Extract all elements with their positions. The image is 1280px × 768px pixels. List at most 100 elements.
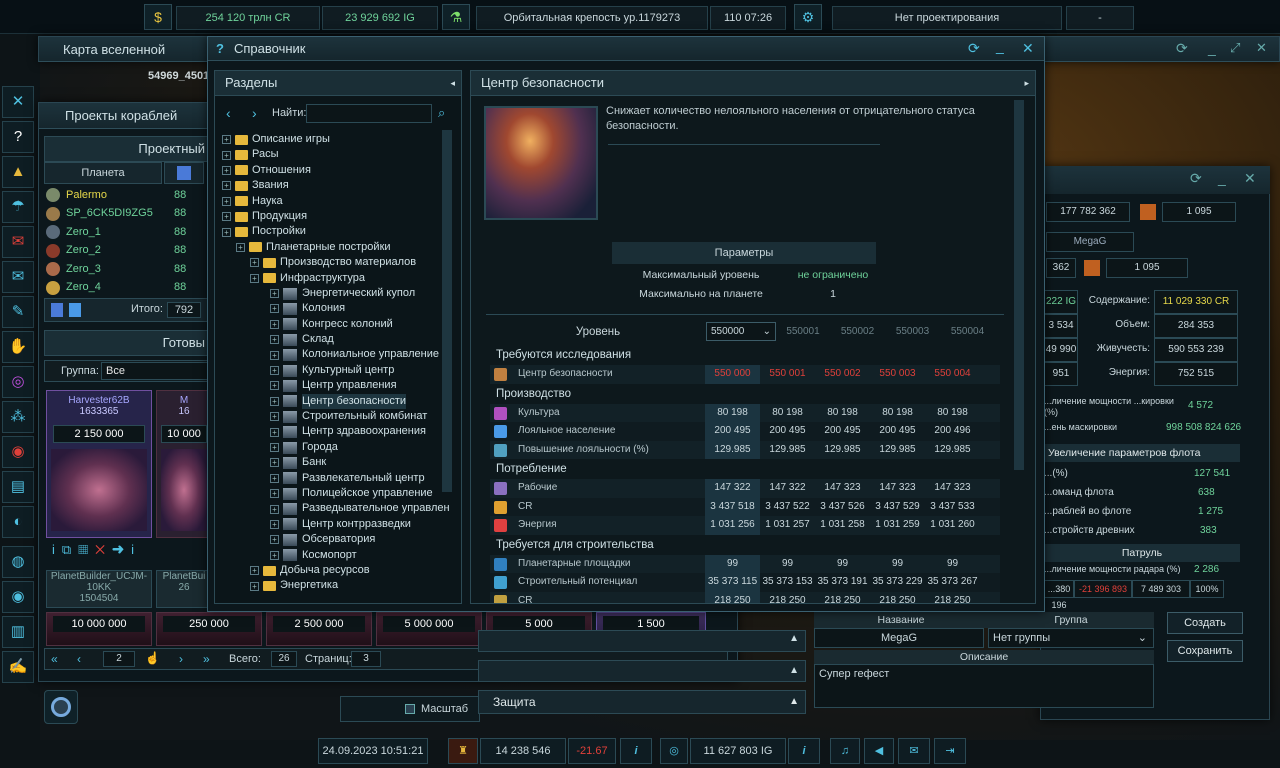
settings-gear-icon[interactable]	[44, 690, 78, 724]
tree-item[interactable]: + Развлекательный центр	[220, 471, 442, 486]
ship-card[interactable]: 2 500 000	[266, 612, 372, 646]
map-close-icon[interactable]: ✕	[1256, 40, 1267, 56]
mail-red-icon[interactable]: ✉	[2, 226, 34, 258]
save-button[interactable]: Сохранить	[1167, 640, 1243, 662]
designer-minimize-icon[interactable]: _	[1218, 170, 1226, 186]
ship-card[interactable]: 250 000	[156, 612, 262, 646]
planet-row[interactable]: Zero_2 88	[44, 242, 206, 261]
send-icon[interactable]: ➜	[112, 542, 131, 557]
expand-icon[interactable]: +	[270, 519, 279, 529]
tree-item[interactable]: + Космопорт	[220, 548, 442, 563]
chat-icon[interactable]: ✎	[2, 296, 34, 328]
expand-icon[interactable]: +	[270, 381, 279, 391]
group-filter[interactable]: Группа: Все	[44, 360, 210, 382]
fortress-icon[interactable]: ♜	[448, 738, 478, 764]
expand-icon[interactable]: +	[222, 150, 231, 160]
expand-icon[interactable]: +	[270, 350, 279, 360]
back-icon[interactable]: ‹	[226, 105, 231, 121]
tree-item[interactable]: + Колониальное управление	[220, 347, 442, 362]
expand-icon[interactable]: +	[270, 473, 279, 483]
tree-item[interactable]: + Склад	[220, 332, 442, 347]
search-input[interactable]	[306, 104, 432, 123]
handshake-icon[interactable]: ✋	[2, 331, 34, 363]
tree-item[interactable]: + Описание игры	[220, 132, 442, 147]
tree-item[interactable]: + Добыча ресурсов	[220, 563, 442, 578]
tree-item[interactable]: + Полицейское управление	[220, 486, 442, 501]
delete-icon[interactable]: ✕	[95, 542, 112, 557]
coins-icon[interactable]: $	[144, 4, 172, 30]
info-icon[interactable]: i	[620, 738, 652, 764]
tree-item[interactable]: + Постройки	[220, 224, 442, 239]
expand-icon[interactable]: +	[270, 304, 279, 314]
expand-icon[interactable]: +	[222, 196, 231, 206]
expand-icon[interactable]: +	[250, 581, 259, 591]
create-button[interactable]: Создать	[1167, 612, 1243, 634]
tree-item[interactable]: + Колония	[220, 301, 442, 316]
edit-icon[interactable]: ▦	[78, 542, 95, 557]
planet-row[interactable]: SP_6CK5DI9ZG5 88	[44, 205, 206, 224]
next-page-icon[interactable]: ›	[179, 652, 183, 666]
level-select[interactable]: 550000 ⌄	[706, 322, 776, 341]
expand-icon[interactable]: +	[270, 489, 279, 499]
prev-page-icon[interactable]: ‹	[77, 652, 81, 666]
expand-icon[interactable]: +	[270, 289, 279, 299]
tree-item[interactable]: + Центр контрразведки	[220, 517, 442, 532]
planet-row[interactable]: Zero_4 88	[44, 279, 206, 298]
group-select[interactable]: Нет группы ⌄	[988, 628, 1154, 648]
expand-icon[interactable]: +	[222, 181, 231, 191]
info-icon[interactable]: i	[788, 738, 820, 764]
description-input[interactable]: Супер гефест	[814, 664, 1154, 708]
map-refresh-icon[interactable]: ⟳	[1176, 40, 1188, 57]
sound-icon[interactable]: ◀	[864, 738, 894, 764]
expand-icon[interactable]: +	[270, 412, 279, 422]
expand-icon[interactable]: +	[222, 135, 231, 145]
copy-icon[interactable]: ⧉	[62, 542, 78, 557]
tree-item[interactable]: + Конгресс колоний	[220, 317, 442, 332]
tree-item[interactable]: + Продукция	[220, 209, 442, 224]
ship-card[interactable]: M 16 10 000	[156, 390, 212, 538]
pyramid-icon[interactable]: ▲	[2, 156, 34, 188]
planet-row[interactable]: Zero_1 88	[44, 223, 206, 242]
group-select[interactable]: Все	[101, 362, 209, 380]
music-icon[interactable]: ♫	[830, 738, 860, 764]
tree-item[interactable]: + Энергетический купол	[220, 286, 442, 301]
design-icon[interactable]: ⚙	[794, 4, 822, 30]
planet-row[interactable]: Palermo 88	[44, 186, 206, 205]
designer-close-icon[interactable]: ✕	[1244, 170, 1256, 187]
expand-icon[interactable]: +	[236, 242, 245, 252]
expand-icon[interactable]: +	[270, 443, 279, 452]
stats-icon[interactable]: ▥	[2, 616, 34, 648]
page-input[interactable]: 2	[103, 651, 135, 667]
exit-icon[interactable]: ⇥	[934, 738, 966, 764]
tree-item[interactable]: + Банк	[220, 455, 442, 470]
fleet-icon[interactable]: ⁂	[2, 401, 34, 433]
tree-item[interactable]: + Обсерватория	[220, 532, 442, 547]
tree-item[interactable]: + Инфраструктура	[220, 271, 442, 286]
ship-card[interactable]: Harvester62B 1633365 2 150 000	[46, 390, 152, 538]
expand-icon[interactable]: +	[270, 535, 279, 545]
help-icon[interactable]: ?	[2, 121, 34, 153]
ref-refresh-icon[interactable]: ⟳	[968, 40, 980, 57]
tree-item[interactable]: + Центр безопасности	[220, 393, 442, 410]
expand-icon[interactable]: +	[270, 366, 279, 376]
tree-item[interactable]: + Строительный комбинат	[220, 409, 442, 424]
tree-item[interactable]: + Планетарные постройки	[220, 240, 442, 255]
ig-coin-icon[interactable]: ◎	[660, 738, 688, 764]
planet-row[interactable]: Zero_3 88	[44, 260, 206, 279]
expand-icon[interactable]: +	[250, 273, 259, 283]
col-planet[interactable]: Планета	[44, 162, 162, 184]
expand-icon[interactable]: +	[250, 566, 259, 576]
ship-card[interactable]: PlanetBuilder_UCJM-10KK 1504504	[46, 570, 152, 608]
planet-icon[interactable]: ◐	[2, 506, 34, 538]
defense-panel[interactable]: Защита ▲	[478, 690, 806, 714]
content-scrollbar[interactable]	[1014, 100, 1024, 470]
tree-item[interactable]: + Центр здравоохранения	[220, 424, 442, 439]
ship-card[interactable]: PlanetBui 26	[156, 570, 212, 608]
document-icon[interactable]: ▤	[2, 471, 34, 503]
expand-icon[interactable]: +	[270, 550, 279, 560]
first-page-icon[interactable]: «	[51, 652, 58, 666]
expand-icon[interactable]: +	[270, 427, 279, 437]
info-icon[interactable]: i	[52, 542, 62, 557]
expand-icon[interactable]: +	[250, 258, 259, 268]
tree-item[interactable]: + Города	[220, 440, 442, 455]
